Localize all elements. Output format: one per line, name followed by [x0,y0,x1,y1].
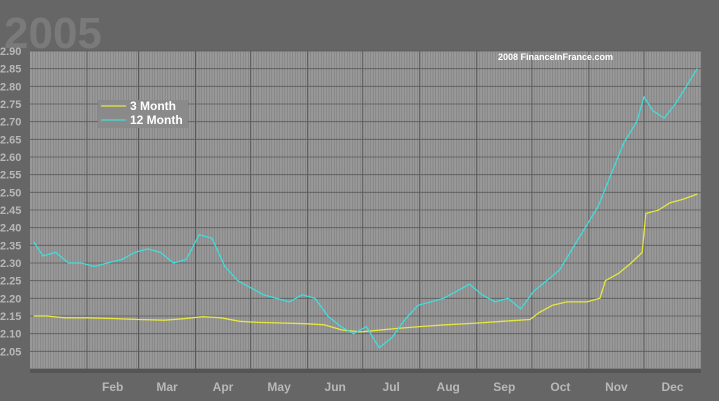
y-tick-label: 2.80 [0,81,21,93]
y-tick-label: 2.90 [0,46,21,58]
line-chart: 2005 2.902.852.802.752.702.652.602.552.5… [0,9,702,394]
y-tick-label: 2.50 [0,187,21,199]
y-tick-label: 2.60 [0,152,21,164]
x-tick-label: Jun [325,380,346,394]
y-axis-ticks: 2.90 2.85 2.80 2.75 2.70 2.65 2.60 2.55 2.50 2.45… [0,46,21,358]
x-tick-label: Nov [605,380,628,394]
y-tick-label: 2.05 [0,346,21,358]
x-tick-label: Oct [550,380,570,394]
y-tick-label: 2.25 [0,276,21,288]
x-axis-ticks: Feb Mar Apr May Jun Jul Aug Sep Oct Nov Dec [102,380,684,394]
legend-label-3-month: 3 Month [130,99,176,113]
y-tick-label: 2.75 [0,99,21,111]
legend-label-12-month: 12 Month [130,113,183,127]
y-tick-label: 2.45 [0,205,21,217]
chart-stage: 2005 2.90 2.85 2.80 2.75 2.70 2.65 2.60 2.55 2.5… [0,0,719,401]
y-tick-label: 2.55 [0,170,21,182]
x-tick-label: Apr [213,380,234,394]
y-tick-label: 2.85 [0,64,21,76]
x-tick-label: Feb [102,380,123,394]
y-tick-label: 2.70 [0,117,21,129]
y-tick-label: 2.35 [0,240,21,252]
x-tick-label: Jul [383,380,400,394]
y-tick-label: 2.40 [0,223,21,235]
x-tick-label: May [267,380,291,394]
watermark: 2008 FinanceInFrance.com [498,52,613,62]
x-axis-band [30,369,701,373]
x-tick-label: Aug [437,380,460,394]
y-tick-label: 2.20 [0,293,21,305]
y-tick-label: 2.65 [0,134,21,146]
y-tick-label: 2.30 [0,258,21,270]
x-tick-label: Dec [661,380,683,394]
x-tick-label: Mar [156,380,178,394]
x-tick-label: Sep [493,380,515,394]
y-tick-label: 2.10 [0,329,21,341]
legend: 3 Month 12 Month [98,99,188,128]
y-tick-label: 2.15 [0,311,21,323]
